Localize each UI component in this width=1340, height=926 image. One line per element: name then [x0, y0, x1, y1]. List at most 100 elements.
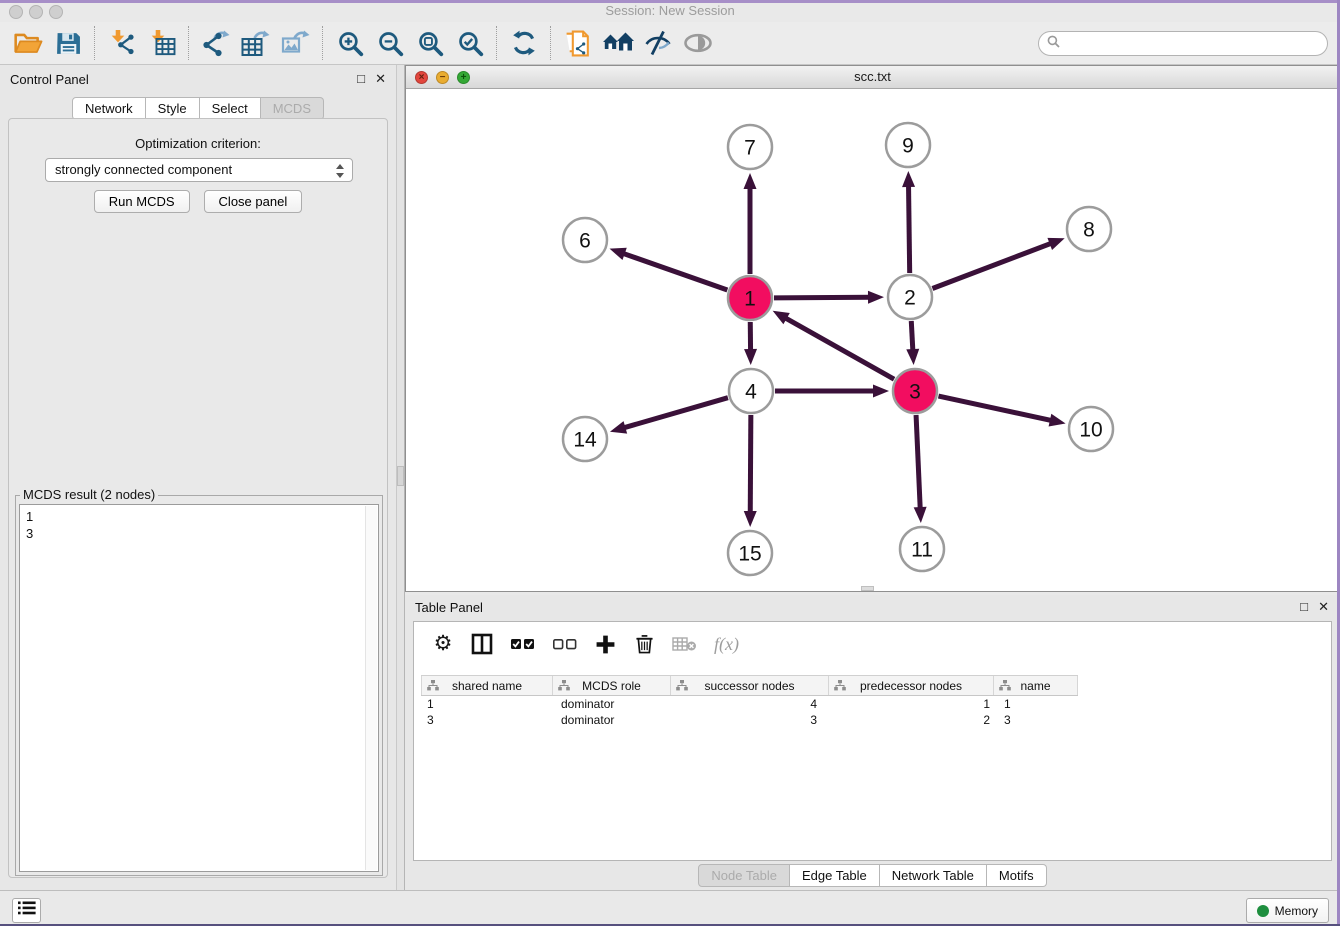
table-cell[interactable]: 4 [671, 696, 829, 712]
network-window-grip[interactable] [861, 586, 874, 591]
result-scrollbar[interactable] [365, 506, 377, 870]
edge-arrowhead-icon [610, 421, 627, 433]
column-header-name[interactable]: name [994, 676, 1078, 695]
table-cell[interactable]: dominator [553, 696, 671, 712]
tab-motifs[interactable]: Motifs [987, 864, 1047, 887]
tab-network-table[interactable]: Network Table [880, 864, 987, 887]
minimize-window-icon[interactable] [29, 5, 43, 19]
open-session-icon[interactable] [8, 25, 48, 61]
optimization-criterion-label: Optimization criterion: [9, 136, 387, 151]
control-panel-title: Control Panel [10, 65, 89, 95]
graph-edge-2-8[interactable] [932, 243, 1052, 289]
graph-edge-2-9[interactable] [909, 184, 910, 273]
graph-edge-4-14[interactable] [622, 398, 727, 429]
search-input[interactable] [1060, 33, 1327, 55]
columns-icon[interactable] [471, 631, 493, 657]
column-header-MCDS-role[interactable]: MCDS role [553, 676, 671, 695]
network-close-icon[interactable]: × [415, 71, 428, 84]
network-view-window: × − + scc.txt 1234678910111415 [405, 65, 1340, 592]
select-all-icon[interactable] [510, 631, 535, 657]
table-cell[interactable]: 1 [421, 696, 553, 712]
zoom-window-icon[interactable] [49, 5, 63, 19]
mcds-result-group: MCDS result (2 nodes) 13 [15, 495, 383, 876]
close-panel-icon[interactable]: ✕ [375, 72, 386, 86]
close-window-icon[interactable] [9, 5, 23, 19]
graph-node-label: 9 [902, 135, 914, 158]
graph-node-label: 6 [579, 230, 591, 253]
export-table-icon[interactable] [236, 25, 276, 61]
edge-arrowhead-icon [744, 511, 757, 527]
network-window-title: scc.txt [406, 66, 1339, 88]
tab-mcds[interactable]: MCDS [261, 97, 324, 120]
float-panel-icon[interactable]: □ [357, 72, 365, 86]
table-cell[interactable]: dominator [553, 712, 671, 728]
network-maximize-icon[interactable]: + [457, 71, 470, 84]
tab-node-table[interactable]: Node Table [698, 864, 790, 887]
edge-arrowhead-icon [868, 291, 884, 304]
table-header-row: shared nameMCDS rolesuccessor nodesprede… [421, 675, 1078, 696]
table-row[interactable]: 3dominator323 [421, 712, 1078, 728]
table-cell[interactable]: 3 [671, 712, 829, 728]
table-cell[interactable]: 3 [994, 712, 1078, 728]
network-window-titlebar[interactable]: × − + scc.txt [406, 66, 1339, 89]
table-cell[interactable]: 1 [994, 696, 1078, 712]
add-column-icon[interactable] [594, 631, 616, 657]
network-minimize-icon[interactable]: − [436, 71, 449, 84]
export-image-icon[interactable] [276, 25, 316, 61]
table-panel-title: Table Panel [415, 595, 483, 621]
task-history-button[interactable] [12, 898, 41, 923]
refresh-icon[interactable] [504, 25, 544, 61]
run-mcds-button[interactable]: Run MCDS [94, 190, 190, 213]
column-header-shared-name[interactable]: shared name [421, 676, 553, 695]
mcds-result-textarea[interactable]: 13 [19, 504, 379, 872]
graph-edge-4-15[interactable] [750, 415, 751, 514]
delete-column-icon[interactable] [633, 631, 655, 657]
graph-node-label: 11 [911, 539, 933, 562]
gear-icon[interactable]: ⚙ [432, 631, 454, 657]
save-session-icon[interactable] [48, 25, 88, 61]
graph-edge-3-1[interactable] [784, 317, 894, 379]
toolbar-separator [188, 26, 190, 60]
hide-panels-icon[interactable] [638, 25, 678, 61]
graph-edge-2-3[interactable] [911, 321, 913, 352]
edge-arrowhead-icon [873, 385, 889, 398]
table-cell[interactable]: 3 [421, 712, 553, 728]
tab-edge-table[interactable]: Edge Table [790, 864, 880, 887]
export-network-icon[interactable] [196, 25, 236, 61]
panel-divider-grip[interactable] [397, 466, 404, 486]
graph-edge-3-11[interactable] [916, 415, 920, 510]
zoom-in-icon[interactable] [330, 25, 370, 61]
graph-edge-1-2[interactable] [774, 297, 871, 298]
deselect-all-icon[interactable] [552, 631, 577, 657]
table-cell[interactable]: 1 [829, 696, 994, 712]
criterion-select[interactable]: strongly connected component [45, 158, 353, 182]
status-bar: Memory [0, 890, 1340, 926]
import-network-icon[interactable] [102, 25, 142, 61]
column-header-label: name [1020, 679, 1050, 693]
tab-style[interactable]: Style [146, 97, 200, 120]
window-frame-top [0, 0, 1340, 3]
zoom-selected-icon[interactable] [450, 25, 490, 61]
close-table-panel-icon[interactable]: ✕ [1318, 600, 1329, 614]
zoom-fit-icon[interactable] [410, 25, 450, 61]
table-row[interactable]: 1dominator411 [421, 696, 1078, 712]
network-canvas[interactable]: 1234678910111415 [406, 89, 1339, 591]
column-header-predecessor-nodes[interactable]: predecessor nodes [829, 676, 994, 695]
tab-network[interactable]: Network [72, 97, 146, 120]
tab-select[interactable]: Select [200, 97, 261, 120]
table-cell[interactable]: 2 [829, 712, 994, 728]
close-panel-button[interactable]: Close panel [204, 190, 303, 213]
show-graphics-details-icon [678, 25, 718, 61]
column-header-successor-nodes[interactable]: successor nodes [671, 676, 829, 695]
float-table-panel-icon[interactable]: □ [1300, 600, 1308, 614]
mcds-result-title: MCDS result (2 nodes) [20, 487, 158, 502]
home-icon[interactable] [598, 25, 638, 61]
zoom-out-icon[interactable] [370, 25, 410, 61]
new-network-from-selection-icon[interactable] [558, 25, 598, 61]
graph-edge-3-10[interactable] [938, 396, 1052, 421]
memory-button[interactable]: Memory [1246, 898, 1329, 923]
graph-edge-1-6[interactable] [622, 253, 728, 290]
edge-arrowhead-icon [744, 349, 757, 365]
search-box[interactable] [1038, 31, 1328, 56]
import-table-icon[interactable] [142, 25, 182, 61]
